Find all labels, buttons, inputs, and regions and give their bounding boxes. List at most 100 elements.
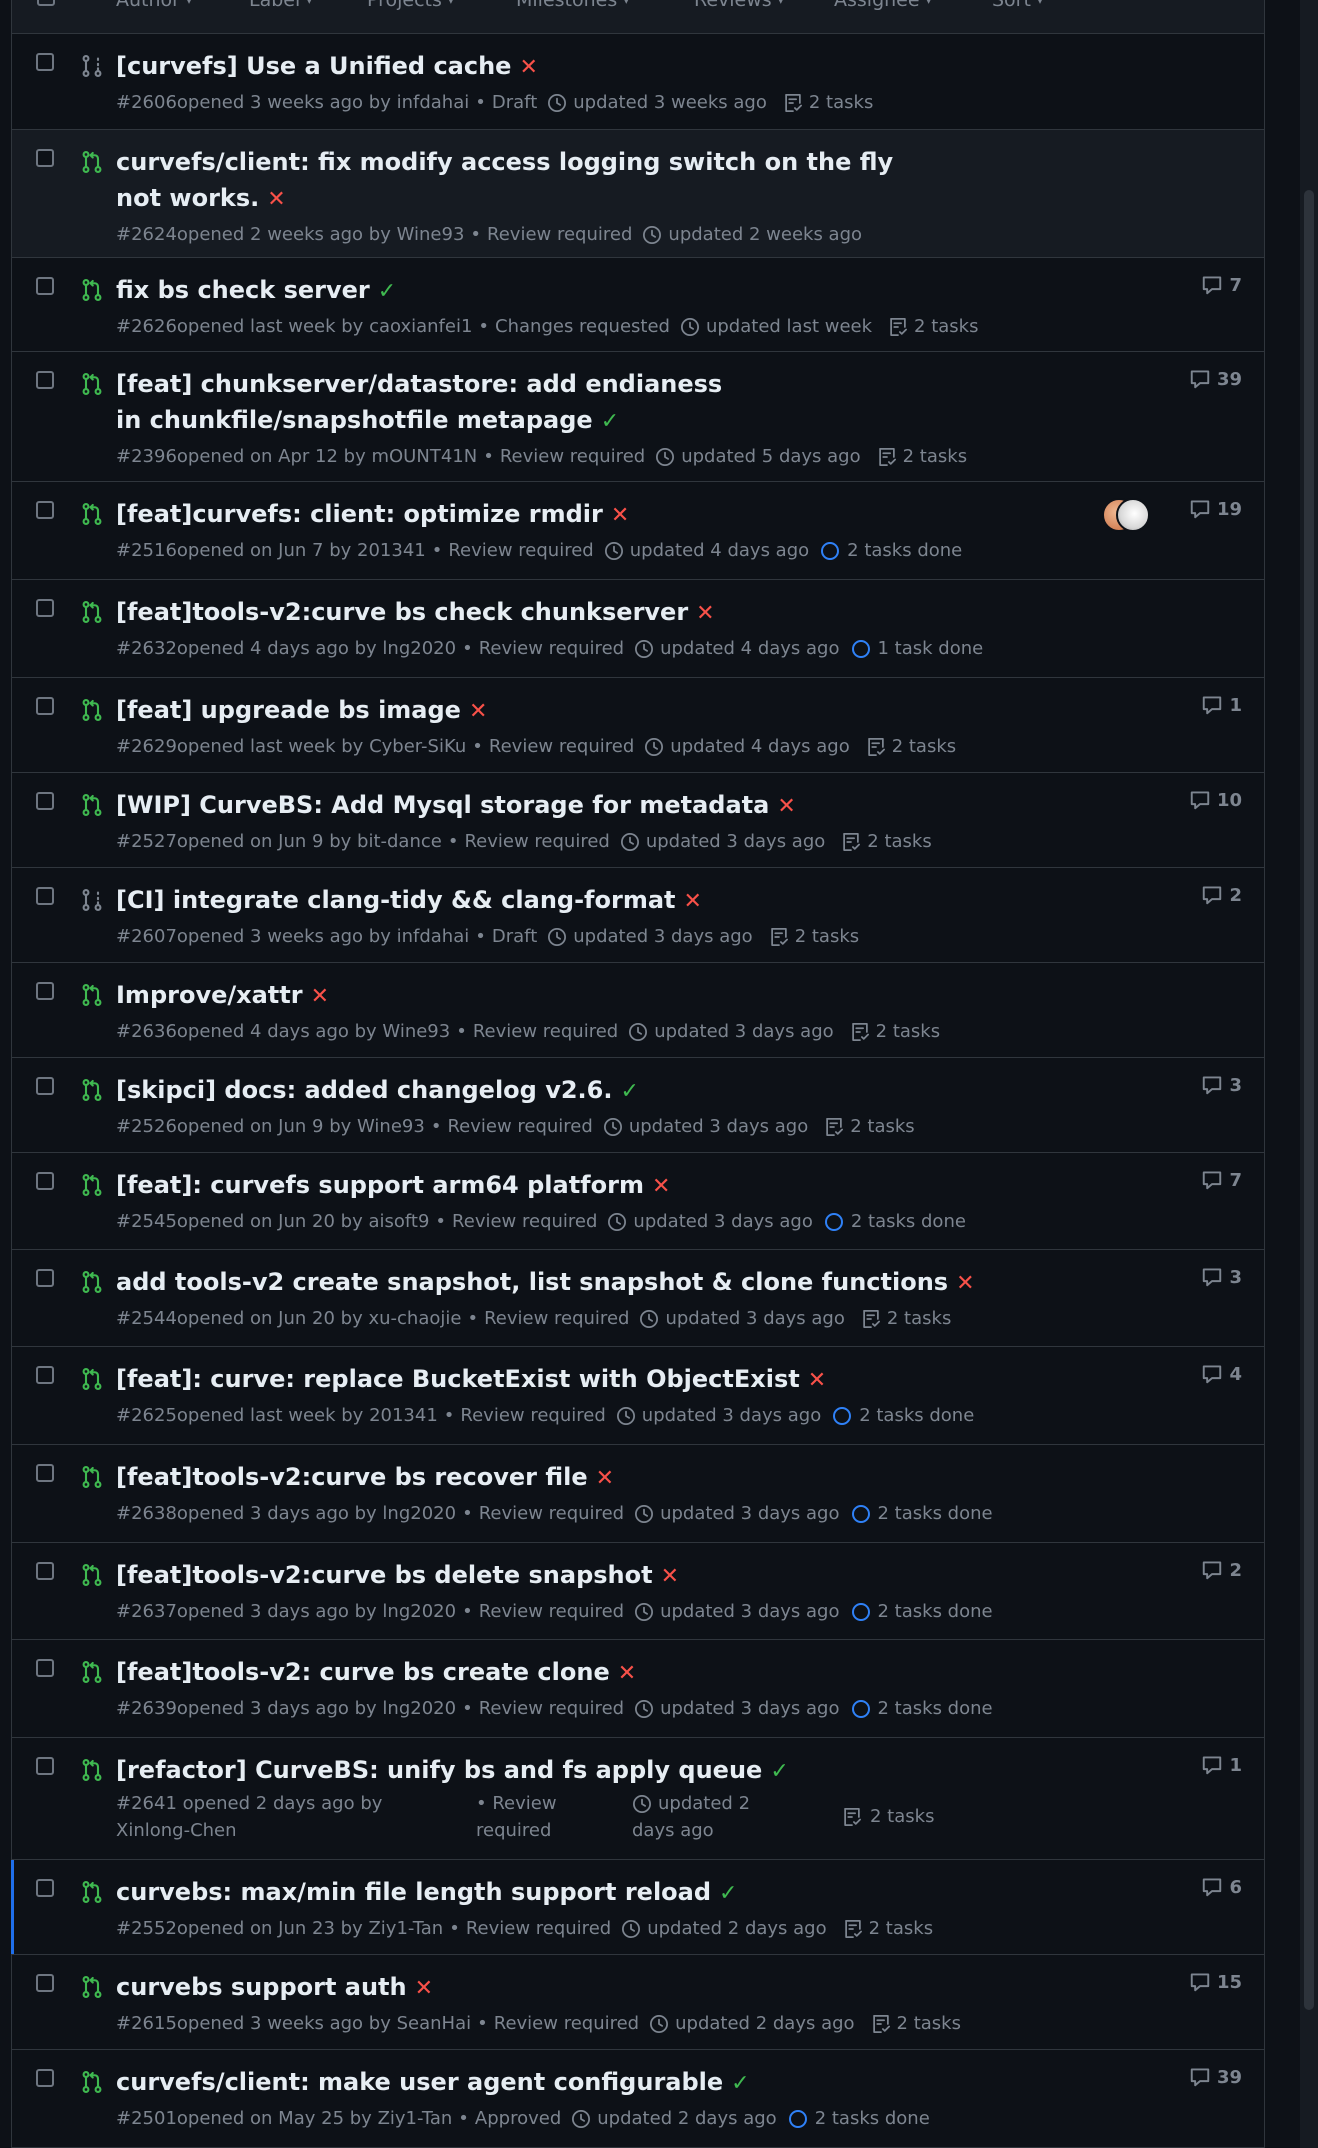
check-success-icon[interactable]: ✓ [719,1881,737,1906]
author-link[interactable]: Ziy1-Tan [368,1918,443,1940]
check-success-icon[interactable]: ✓ [601,409,619,434]
comments-link[interactable]: 3 [1201,1266,1242,1288]
pull-request-title-link[interactable]: curvebs support auth [116,1973,407,2001]
pull-request-row[interactable]: curvebs: max/min file length support rel… [11,1860,1264,1955]
check-failure-icon[interactable]: ✕ [808,1368,826,1393]
row-checkbox[interactable] [36,277,54,295]
pull-request-title-link[interactable]: [feat]tools-v2: curve bs create clone [116,1658,610,1686]
select-all-checkbox[interactable] [37,0,55,6]
check-failure-icon[interactable]: ✕ [415,1976,433,2001]
author-link[interactable]: 201341 [357,540,426,562]
row-checkbox[interactable] [36,697,54,715]
comments-link[interactable]: 3 [1201,1074,1242,1096]
pull-request-row[interactable]: [feat]tools-v2:curve bs check chunkserve… [12,580,1264,678]
pull-request-row[interactable]: [refactor] CurveBS: unify bs and fs appl… [12,1738,1264,1860]
author-link[interactable]: lng2020 [382,1503,456,1525]
row-checkbox[interactable] [36,501,54,519]
row-checkbox[interactable] [36,982,54,1000]
pull-request-title-link[interactable]: curvefs/client: make user agent configur… [116,2068,723,2096]
row-checkbox[interactable] [36,1172,54,1190]
pull-request-row[interactable]: Improve/xattr ✕ #2636 opened 4 days ago b… [12,963,1264,1058]
row-checkbox[interactable] [36,1464,54,1482]
pull-request-row[interactable]: [CI] integrate clang-tidy && clang-forma… [12,868,1264,963]
check-failure-icon[interactable]: ✕ [267,187,285,212]
check-failure-icon[interactable]: ✕ [311,984,329,1009]
pull-request-title-link[interactable]: [feat] upgreade bs image [116,696,461,724]
check-success-icon[interactable]: ✓ [770,1759,788,1784]
author-link[interactable]: 201341 [369,1405,438,1427]
check-failure-icon[interactable]: ✕ [661,1564,679,1589]
row-checkbox[interactable] [36,1077,54,1095]
row-checkbox[interactable] [36,1879,54,1897]
pull-request-title-link[interactable]: [feat]tools-v2:curve bs recover file [116,1463,588,1491]
comments-link[interactable]: 10 [1189,789,1242,811]
check-success-icon[interactable]: ✓ [731,2071,749,2096]
comments-link[interactable]: 2 [1201,1559,1242,1581]
check-failure-icon[interactable]: ✕ [611,503,629,528]
author-link[interactable]: infdahai [397,926,470,948]
pull-request-row[interactable]: curvefs/client: fix modify access loggin… [12,130,1264,258]
pull-request-row[interactable]: [feat]: curve: replace BucketExist with … [12,1347,1264,1445]
author-link[interactable]: caoxianfei1 [369,316,472,338]
author-link[interactable]: Xinlong-Chen [116,1820,237,1841]
check-failure-icon[interactable]: ✕ [469,699,487,724]
author-link[interactable]: lng2020 [382,1601,456,1623]
pull-request-row[interactable]: fix bs check server ✓ #2626 opened last w… [12,258,1264,352]
pull-request-title-link[interactable]: add tools-v2 create snapshot, list snaps… [116,1268,948,1296]
comments-link[interactable]: 7 [1201,1169,1242,1191]
pull-request-row[interactable]: [feat]: curvefs support arm64 platform ✕ … [12,1153,1264,1250]
row-checkbox[interactable] [36,53,54,71]
check-failure-icon[interactable]: ✕ [652,1174,670,1199]
pull-request-title-link[interactable]: fix bs check server [116,276,370,304]
pull-request-title-link[interactable]: [feat] chunkserver/datastore: add endian… [116,370,722,434]
filter-projects[interactable]: Projects ▾ [367,0,454,12]
check-failure-icon[interactable]: ✕ [684,889,702,914]
pull-request-title-link[interactable]: [feat]tools-v2:curve bs delete snapshot [116,1561,653,1589]
pull-request-row[interactable]: [feat] upgreade bs image ✕ #2629 opened l… [12,678,1264,773]
row-checkbox[interactable] [36,1659,54,1677]
author-link[interactable]: Wine93 [397,224,465,246]
pull-request-row[interactable]: [feat]curvefs: client: optimize rmdir ✕ #… [12,482,1264,580]
check-success-icon[interactable]: ✓ [620,1079,638,1104]
row-checkbox[interactable] [36,1562,54,1580]
comments-link[interactable]: 2 [1201,884,1242,906]
pull-request-title-link[interactable]: [refactor] CurveBS: unify bs and fs appl… [116,1756,762,1784]
pull-request-row[interactable]: add tools-v2 create snapshot, list snaps… [12,1250,1264,1347]
comments-link[interactable]: 4 [1201,1363,1242,1385]
author-link[interactable]: Wine93 [357,1116,425,1138]
pull-request-title-link[interactable]: [feat]: curvefs support arm64 platform [116,1171,644,1199]
pull-request-title-link[interactable]: [skipci] docs: added changelog v2.6. [116,1076,612,1104]
filter-reviews[interactable]: Reviews ▾ [694,0,784,12]
pull-request-title-link[interactable]: [feat]tools-v2:curve bs check chunkserve… [116,598,688,626]
author-link[interactable]: lng2020 [382,638,456,660]
check-success-icon[interactable]: ✓ [378,279,396,304]
pull-request-row[interactable]: [feat] chunkserver/datastore: add endian… [12,352,1264,482]
pull-request-row[interactable]: curvefs/client: make user agent configur… [12,2050,1264,2148]
comments-link[interactable]: 7 [1201,274,1242,296]
author-link[interactable]: infdahai [397,92,470,114]
check-failure-icon[interactable]: ✕ [777,794,795,819]
check-failure-icon[interactable]: ✕ [519,55,537,80]
comments-link[interactable]: 19 [1189,498,1242,520]
pull-request-title-link[interactable]: curvebs: max/min file length support rel… [116,1878,711,1906]
pull-request-row[interactable]: [feat]tools-v2:curve bs delete snapshot ✕… [12,1543,1264,1640]
pull-request-title-link[interactable]: curvefs/client: fix modify access loggin… [116,148,893,212]
assignee-avatars[interactable] [1102,498,1150,532]
pull-request-title-link[interactable]: [feat]curvefs: client: optimize rmdir [116,500,603,528]
row-checkbox[interactable] [36,599,54,617]
author-link[interactable]: mOUNT41N [371,446,477,468]
comments-link[interactable]: 1 [1201,694,1242,716]
check-failure-icon[interactable]: ✕ [618,1661,636,1686]
row-checkbox[interactable] [36,2069,54,2087]
row-checkbox[interactable] [36,1269,54,1287]
author-link[interactable]: bit-dance [357,831,442,853]
comments-link[interactable]: 39 [1189,2066,1242,2088]
author-link[interactable]: aisoft9 [368,1211,429,1233]
author-link[interactable]: Cyber-SiKu [369,736,466,758]
filter-label[interactable]: Label ▾ [249,0,312,12]
row-checkbox[interactable] [36,1366,54,1384]
row-checkbox[interactable] [36,1757,54,1775]
avatar[interactable] [1116,498,1150,532]
row-checkbox[interactable] [36,149,54,167]
pull-request-title-link[interactable]: [curvefs] Use a Unified cache [116,52,511,80]
